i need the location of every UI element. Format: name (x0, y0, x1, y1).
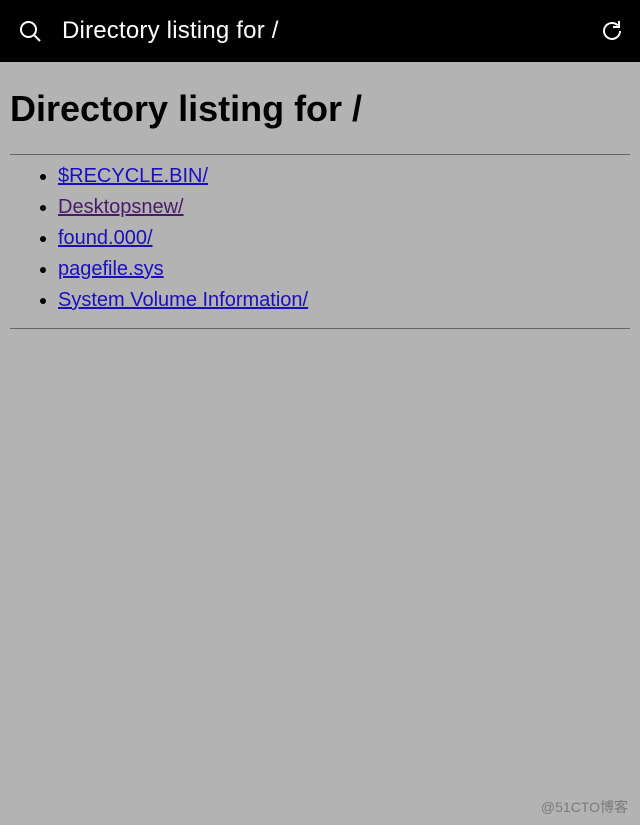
page-heading: Directory listing for / (10, 88, 630, 130)
list-item: pagefile.sys (58, 254, 630, 285)
page-title-bar: Directory listing for / (62, 17, 580, 45)
list-item: Desktopsnew/ (58, 192, 630, 223)
search-icon[interactable] (18, 19, 42, 43)
directory-link[interactable]: System Volume Information/ (58, 289, 308, 311)
list-item: found.000/ (58, 223, 630, 254)
directory-link[interactable]: found.000/ (58, 227, 153, 249)
directory-listing: $RECYCLE.BIN/ Desktopsnew/ found.000/ pa… (10, 155, 630, 328)
list-item: $RECYCLE.BIN/ (58, 161, 630, 192)
directory-link[interactable]: Desktopsnew/ (58, 196, 184, 218)
reload-icon[interactable] (600, 19, 624, 43)
browser-topbar: Directory listing for / (0, 0, 640, 62)
directory-link[interactable]: pagefile.sys (58, 258, 164, 280)
directory-link[interactable]: $RECYCLE.BIN/ (58, 165, 208, 187)
watermark: @51CTO博客 (541, 797, 628, 817)
page-content: Directory listing for / $RECYCLE.BIN/ De… (0, 62, 640, 345)
list-item: System Volume Information/ (58, 285, 630, 316)
divider-bottom (10, 328, 630, 329)
